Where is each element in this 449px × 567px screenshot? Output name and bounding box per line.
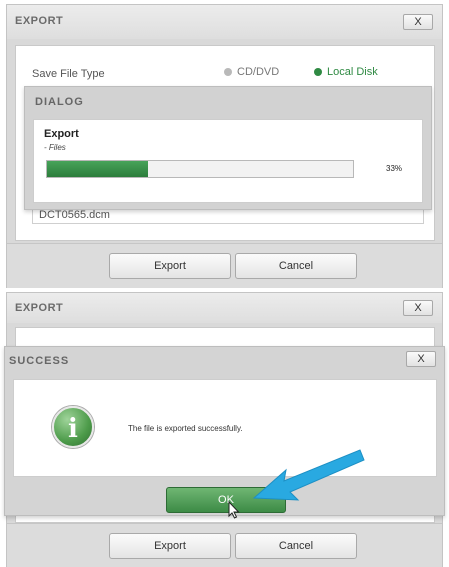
radio-icon xyxy=(224,68,232,76)
dialog-title: DIALOG xyxy=(35,96,84,108)
close-icon: X xyxy=(417,353,425,365)
export-button-bottom[interactable]: Export xyxy=(109,533,231,559)
export-titlebar-top: EXPORT X xyxy=(7,5,442,39)
cancel-button-top[interactable]: Cancel xyxy=(235,253,357,279)
progress-percent: 33% xyxy=(386,164,403,173)
cursor-icon xyxy=(228,501,240,519)
radio-local-disk[interactable]: Local Disk xyxy=(314,66,378,78)
radio-icon xyxy=(314,68,322,76)
success-content: i The file is exported successfully. xyxy=(13,379,437,477)
radio-cd-dvd[interactable]: CD/DVD xyxy=(224,66,279,78)
success-message: The file is exported successfully. xyxy=(128,424,243,433)
success-title: SUCCESS xyxy=(9,355,70,367)
radio-local-disk-label: Local Disk xyxy=(327,66,378,78)
export-titlebar-bottom: EXPORT X xyxy=(7,293,442,323)
export-title-top: EXPORT xyxy=(15,15,64,27)
dialog-window: DIALOG Export - Files 33% xyxy=(24,86,432,210)
file-name-value: DCT0565.dcm xyxy=(39,209,110,221)
save-file-type-label: Save File Type xyxy=(32,68,105,80)
button-bar-top: Export Cancel xyxy=(7,243,442,288)
arrow-pointer-icon xyxy=(252,449,365,501)
button-bar-bottom: Export Cancel xyxy=(7,523,442,567)
progress-fill xyxy=(47,161,148,177)
close-button-bottom[interactable]: X xyxy=(403,300,433,316)
dialog-subtext: - Files xyxy=(44,143,66,152)
close-icon: X xyxy=(414,302,422,314)
export-title-bottom: EXPORT xyxy=(15,302,64,314)
export-button-top[interactable]: Export xyxy=(109,253,231,279)
radio-cd-dvd-label: CD/DVD xyxy=(237,66,280,78)
close-button-success[interactable]: X xyxy=(406,351,436,367)
info-icon: i xyxy=(52,406,94,448)
progress-bar xyxy=(46,160,354,178)
close-button-top[interactable]: X xyxy=(403,14,433,30)
dialog-heading: Export xyxy=(44,128,79,140)
dialog-content: Export - Files 33% xyxy=(33,119,423,203)
cancel-button-bottom[interactable]: Cancel xyxy=(235,533,357,559)
close-icon: X xyxy=(414,16,422,28)
